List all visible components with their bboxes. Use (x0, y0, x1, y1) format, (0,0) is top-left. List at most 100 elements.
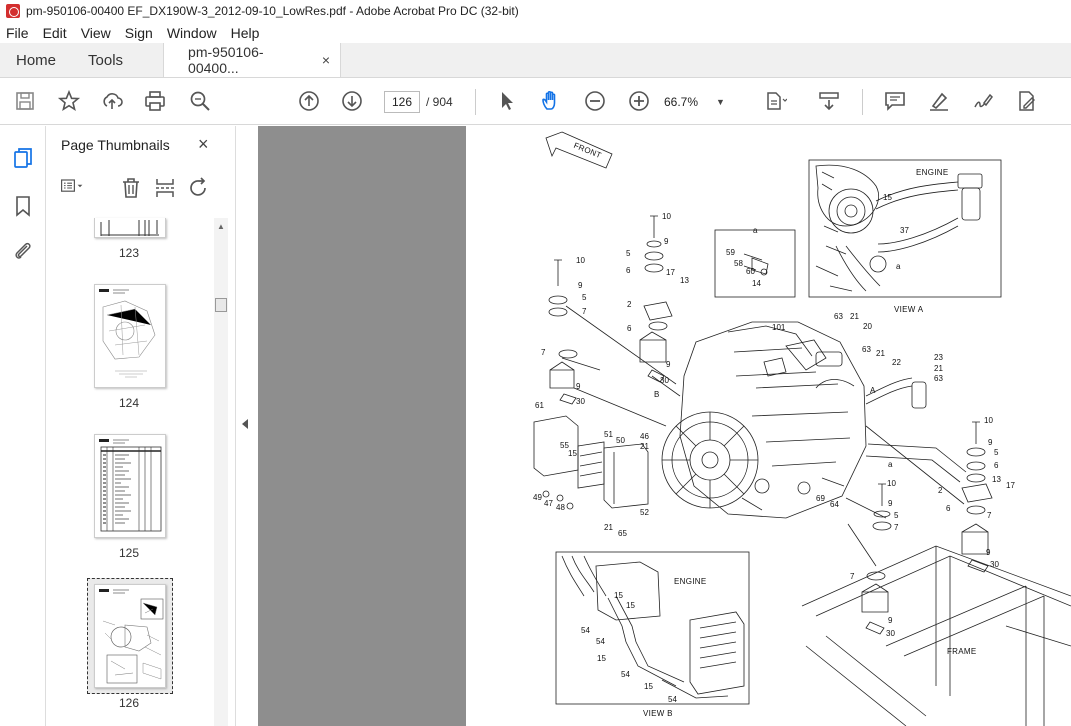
engine-label-top: ENGINE (916, 168, 949, 177)
zoom-in-icon[interactable] (627, 89, 651, 113)
part-callout: 2 (627, 300, 632, 309)
menu-edit[interactable]: Edit (43, 25, 67, 41)
part-callout: 60 (746, 267, 755, 276)
search-icon[interactable] (188, 89, 212, 113)
page-number-label: 126 (118, 696, 140, 710)
panel-collapse-handle[interactable] (236, 126, 258, 726)
part-callout: 9 (664, 237, 669, 246)
pdf-page: FRONT ENGINE VIEW A ENGINE VIEW B FRAME … (466, 126, 1071, 726)
part-callout: 21 (934, 364, 943, 373)
view-a-label: VIEW A (894, 305, 924, 314)
part-callout: 101 (772, 323, 786, 332)
part-callout: 15 (626, 601, 635, 610)
part-callout: 20 (863, 322, 872, 331)
menu-bar: File Edit View Sign Window Help (0, 22, 1071, 43)
page-number-input[interactable] (384, 91, 420, 113)
part-callout: 10 (662, 212, 671, 221)
part-callout: 6 (627, 324, 632, 333)
part-callout: 9 (888, 616, 893, 625)
close-icon[interactable]: × (198, 134, 209, 155)
part-callout: 13 (680, 276, 689, 285)
part-callout: 9 (988, 438, 993, 447)
tab-document[interactable]: pm-950106-00400... × (163, 43, 342, 77)
menu-view[interactable]: View (81, 25, 111, 41)
menu-help[interactable]: Help (231, 25, 260, 41)
engine-mount-drawing (533, 131, 1071, 726)
page-thumbnail-124[interactable] (94, 284, 166, 388)
panel-title: Page Thumbnails (61, 137, 170, 153)
page-total: / 904 (426, 95, 453, 109)
part-callout: 7 (541, 348, 546, 357)
part-callout: 6 (626, 266, 631, 275)
toolbar-divider (475, 89, 476, 115)
attachment-icon[interactable] (11, 239, 35, 263)
prev-page-icon[interactable] (297, 89, 321, 113)
thumbnails-scrollbar[interactable]: ▲ (214, 218, 228, 726)
hand-tool-icon[interactable] (539, 89, 563, 113)
part-callout: 13 (992, 475, 1001, 484)
tab-home[interactable]: Home (0, 43, 72, 77)
sign-icon[interactable] (971, 89, 995, 113)
menu-sign[interactable]: Sign (125, 25, 153, 41)
extract-pages-icon[interactable] (153, 176, 177, 200)
thumbnail-options-icon[interactable] (60, 176, 84, 200)
acrobat-app-icon (6, 4, 20, 18)
document-view[interactable]: FRONT ENGINE VIEW A ENGINE VIEW B FRAME … (258, 126, 1071, 726)
page-thumbnail-123[interactable] (94, 218, 166, 238)
toolbar-divider (862, 89, 863, 115)
bookmark-icon[interactable] (11, 194, 35, 218)
part-callout: 15 (568, 449, 577, 458)
part-callout: 58 (734, 259, 743, 268)
part-callout: 21 (604, 523, 613, 532)
part-callout: 22 (892, 358, 901, 367)
part-callout: 17 (666, 268, 675, 277)
part-callout: 10 (887, 479, 896, 488)
engine-label-bottom: ENGINE (674, 577, 707, 586)
menu-file[interactable]: File (6, 25, 29, 41)
part-callout: 14 (752, 279, 761, 288)
part-callout: 5 (994, 448, 999, 457)
part-callout: 9 (576, 382, 581, 391)
edit-pdf-icon[interactable] (1015, 89, 1039, 113)
delete-icon[interactable] (119, 176, 143, 200)
chevron-down-icon: ▼ (716, 97, 725, 107)
scroll-up-icon[interactable]: ▲ (217, 222, 225, 231)
comment-icon[interactable] (883, 89, 907, 113)
rotate-icon[interactable] (187, 176, 211, 200)
zoom-value: 66.7% (664, 95, 699, 109)
zoom-out-icon[interactable] (583, 89, 607, 113)
tab-close-icon[interactable]: × (322, 52, 330, 68)
page-thumbnails-panel: Page Thumbnails × 123 124 125 126 ▲ (46, 126, 236, 726)
part-callout: 17 (1006, 481, 1015, 490)
save-icon[interactable] (13, 89, 37, 113)
page-thumbnail-126[interactable] (94, 584, 166, 688)
zoom-dropdown[interactable]: 66.7% ▼ (664, 91, 744, 113)
next-page-icon[interactable] (340, 89, 364, 113)
star-icon[interactable] (57, 89, 81, 113)
menu-window[interactable]: Window (167, 25, 217, 41)
share-upload-icon[interactable] (100, 89, 124, 113)
title-bar: pm-950106-00400 EF_DX190W-3_2012-09-10_L… (0, 0, 1071, 22)
part-callout: 9 (888, 499, 893, 508)
tab-tools[interactable]: Tools (72, 43, 139, 77)
scrollbar-thumb[interactable] (215, 298, 227, 312)
fit-page-icon[interactable] (763, 89, 788, 113)
view-b-label: VIEW B (643, 709, 673, 718)
print-icon[interactable] (143, 89, 167, 113)
callout-a-label: a (888, 460, 893, 469)
part-callout: 30 (660, 376, 669, 385)
part-callout: 6 (946, 504, 951, 513)
highlight-icon[interactable] (927, 89, 951, 113)
callout-a-label: a (896, 262, 901, 271)
part-callout: 64 (830, 500, 839, 509)
part-callout: 65 (618, 529, 627, 538)
select-cursor-icon[interactable] (495, 89, 519, 113)
page-number-label: 125 (118, 546, 140, 560)
scroll-mode-icon[interactable] (817, 89, 841, 113)
page-thumbnail-125[interactable] (94, 434, 166, 538)
part-callout: 54 (621, 670, 630, 679)
frame-label: FRAME (947, 647, 977, 656)
part-callout: 30 (576, 397, 585, 406)
tab-bar: Home Tools pm-950106-00400... × (0, 43, 1071, 78)
page-thumbnails-icon[interactable] (11, 146, 35, 170)
